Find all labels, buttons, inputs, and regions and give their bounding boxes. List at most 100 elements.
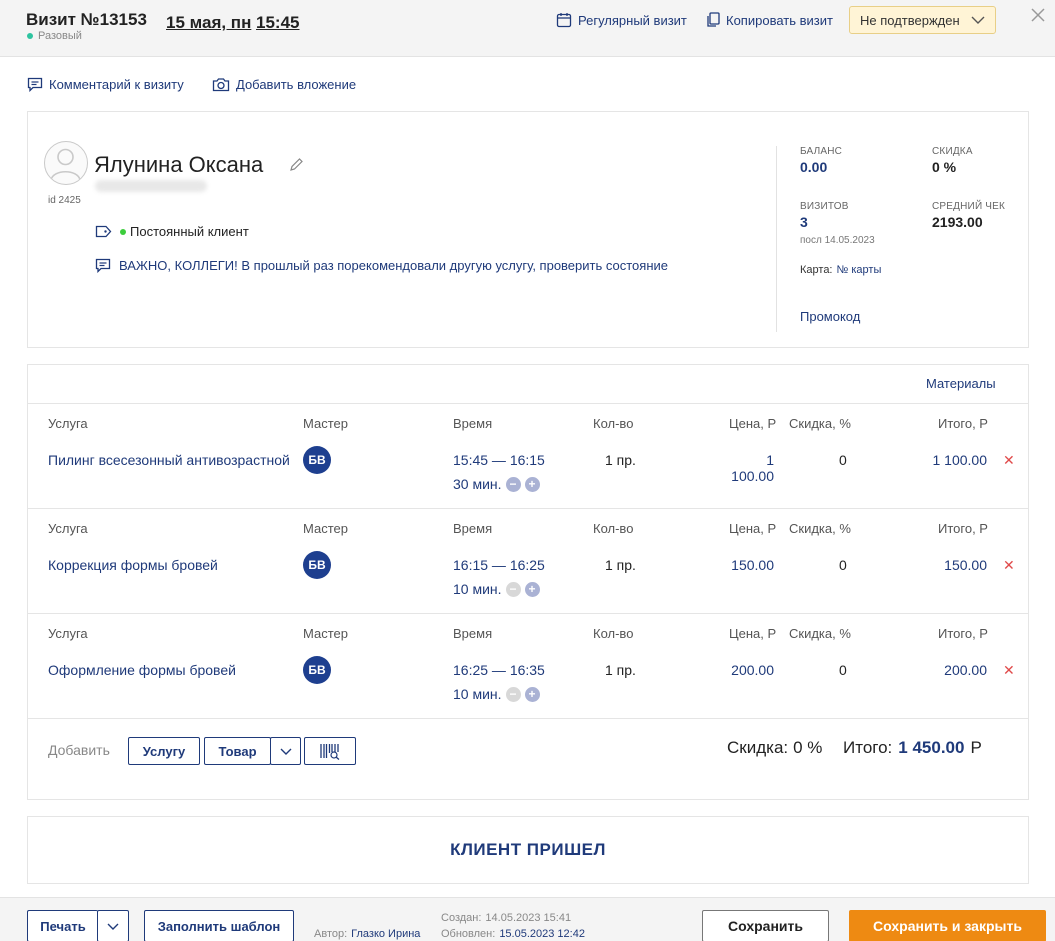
divider [28, 508, 1028, 509]
service-discount[interactable]: 0 [839, 662, 847, 678]
add-product-button[interactable]: Товар [204, 737, 271, 765]
add-label: Добавить [48, 742, 110, 758]
col-service-header: Услуга [48, 626, 88, 641]
visit-type-dot-icon [27, 33, 33, 39]
add-attachment-label: Добавить вложение [236, 77, 357, 92]
add-attachment-link[interactable]: Добавить вложение [212, 77, 356, 92]
barcode-scan-button[interactable] [304, 737, 356, 765]
author-name: Глазко Ирина [351, 928, 421, 940]
delete-icon[interactable]: ✕ [1003, 662, 1015, 679]
col-master-header: Мастер [303, 521, 348, 536]
visit-date-link[interactable]: 15 мая, пн [166, 13, 251, 33]
avatar[interactable] [44, 141, 88, 185]
col-total-header: Итого, Р [938, 626, 988, 641]
balance-value[interactable]: 0.00 [800, 159, 827, 175]
client-tag[interactable]: Постоянный клиент [95, 224, 249, 239]
status-dropdown[interactable]: Не подтвержден [849, 6, 996, 34]
delete-icon[interactable]: ✕ [1003, 557, 1015, 574]
master-avatar[interactable]: БВ [303, 446, 331, 474]
client-tag-label: Постоянный клиент [130, 224, 249, 239]
minus-icon[interactable]: − [505, 476, 521, 492]
created-value: 14.05.2023 15:41 [485, 912, 572, 924]
service-total: 200.00 [944, 662, 987, 678]
col-qty-header: Кол-во [593, 416, 634, 431]
card-number-link[interactable]: № карты [837, 264, 882, 276]
materials-link[interactable]: Материалы [926, 376, 996, 391]
service-duration: 10 мин. − + [453, 686, 540, 702]
copy-visit-label: Копировать визит [726, 12, 833, 28]
col-price-header: Цена, Р [729, 626, 777, 641]
grand-total-label: Итого: [843, 738, 893, 757]
service-name[interactable]: Коррекция формы бровей [48, 557, 218, 573]
plus-icon[interactable]: + [524, 686, 540, 702]
master-avatar[interactable]: БВ [303, 656, 331, 684]
grand-total: Итого: 1 450.00 Р [843, 738, 982, 758]
col-time-header: Время [453, 521, 493, 536]
updated-label: Обновлен: [441, 928, 496, 940]
fill-template-button[interactable]: Заполнить шаблон [144, 910, 294, 941]
service-qty[interactable]: 1 пр. [605, 452, 636, 468]
copy-visit-link[interactable]: Копировать визит [706, 12, 833, 28]
service-price[interactable]: 150.00 [724, 557, 774, 573]
client-tag-dot-icon [120, 228, 126, 235]
created-label: Создан: [441, 912, 482, 924]
plus-icon[interactable]: + [524, 581, 540, 597]
service-time-range[interactable]: 16:25 — 16:35 [453, 662, 545, 678]
chevron-down-icon [280, 748, 292, 755]
promo-code-link[interactable]: Промокод [800, 309, 860, 324]
tag-icon [95, 225, 112, 238]
client-note[interactable]: ВАЖНО, КОЛЛЕГИ! В прошлый раз порекоменд… [95, 258, 668, 273]
service-qty[interactable]: 1 пр. [605, 557, 636, 573]
service-time-range[interactable]: 16:15 — 16:25 [453, 557, 545, 573]
service-price[interactable]: 200.00 [724, 662, 774, 678]
copy-icon [706, 12, 720, 28]
pencil-icon[interactable] [289, 157, 304, 172]
client-arrived-button[interactable]: КЛИЕНТ ПРИШЕЛ [27, 816, 1029, 884]
visit-time-link[interactable]: 15:45 [256, 13, 299, 33]
updated-value: 15.05.2023 12:42 [499, 928, 585, 940]
client-note-text: ВАЖНО, КОЛЛЕГИ! В прошлый раз порекоменд… [119, 258, 668, 273]
client-card-divider [776, 146, 777, 332]
service-discount[interactable]: 0 [839, 557, 847, 573]
service-price[interactable]: 1 100.00 [724, 452, 774, 484]
close-icon[interactable] [1030, 7, 1046, 23]
minus-icon[interactable]: − [505, 686, 521, 702]
avg-check-value: 2193.00 [932, 214, 983, 230]
service-qty[interactable]: 1 пр. [605, 662, 636, 678]
visit-comment-link[interactable]: Комментарий к визиту [27, 77, 184, 92]
visit-type-label: Разовый [38, 30, 82, 42]
minus-icon[interactable]: − [505, 581, 521, 597]
service-name[interactable]: Пилинг всесезонный антивозрастной [48, 452, 290, 468]
currency-label: Р [970, 738, 982, 757]
delete-icon[interactable]: ✕ [1003, 452, 1015, 469]
service-discount[interactable]: 0 [839, 452, 847, 468]
plus-icon[interactable]: + [524, 476, 540, 492]
recurring-visit-link[interactable]: Регулярный визит [556, 12, 687, 28]
visits-label: ВИЗИТОВ [800, 201, 849, 212]
divider [28, 403, 1028, 404]
master-avatar[interactable]: БВ [303, 551, 331, 579]
author-info: Автор: Глазко Ирина [314, 928, 420, 940]
save-button[interactable]: Сохранить [702, 910, 829, 941]
print-button[interactable]: Печать [27, 910, 98, 941]
print-dropdown[interactable] [97, 910, 129, 941]
visits-value[interactable]: 3 [800, 214, 808, 230]
col-time-header: Время [453, 416, 493, 431]
col-discount-header: Скидка, % [789, 626, 851, 641]
comment-icon [27, 77, 43, 92]
col-master-header: Мастер [303, 416, 348, 431]
add-product-dropdown[interactable] [270, 737, 301, 765]
divider [28, 718, 1028, 719]
col-qty-header: Кол-во [593, 626, 634, 641]
add-service-button[interactable]: Услугу [128, 737, 200, 765]
save-and-close-button[interactable]: Сохранить и закрыть [849, 910, 1046, 941]
grand-total-value: 1 450.00 [898, 738, 965, 757]
client-name[interactable]: Ялунина Оксана [94, 152, 263, 178]
card-row: Карта: № карты [800, 264, 881, 276]
discount-label: СКИДКА [932, 146, 973, 157]
service-name[interactable]: Оформление формы бровей [48, 662, 236, 678]
service-total: 1 100.00 [932, 452, 988, 468]
visit-type: Разовый [27, 30, 82, 42]
col-time-header: Время [453, 626, 493, 641]
service-time-range[interactable]: 15:45 — 16:15 [453, 452, 545, 468]
